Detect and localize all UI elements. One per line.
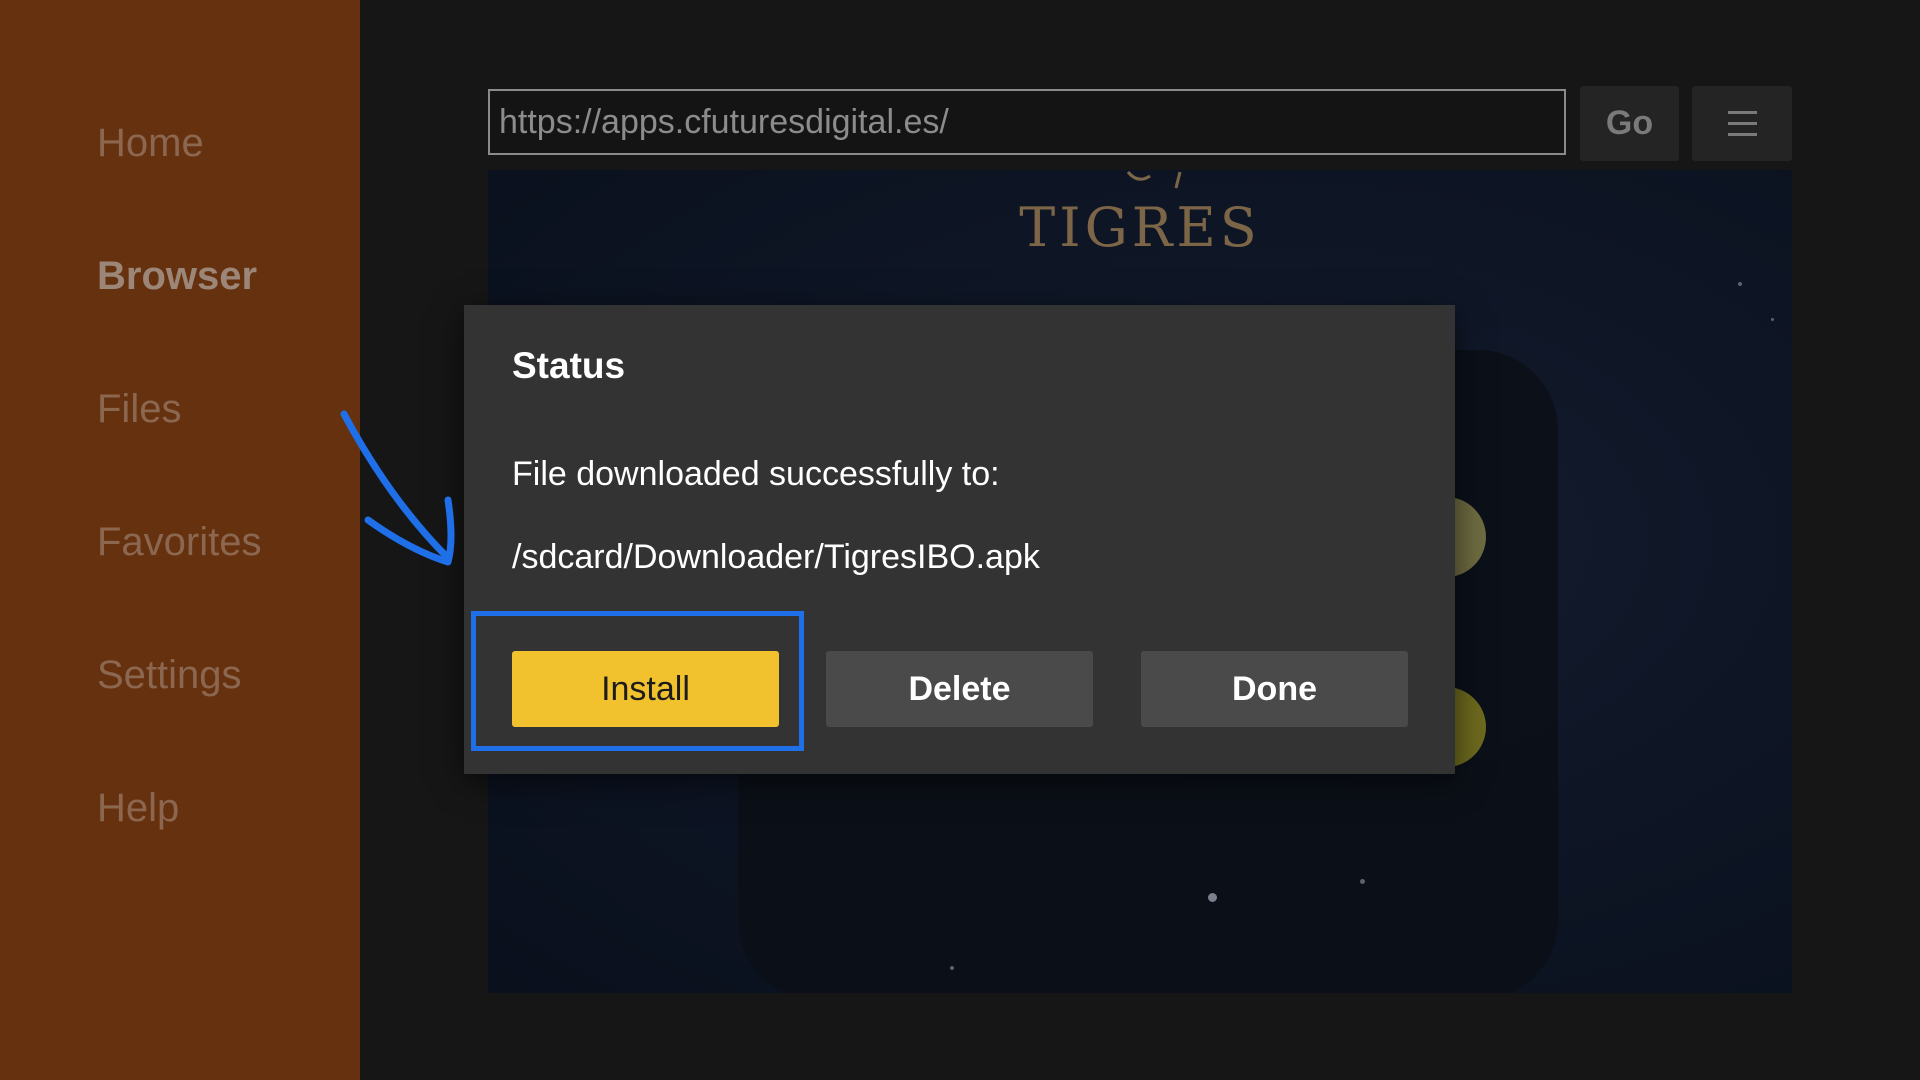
- sidebar-item-help[interactable]: Help: [97, 784, 179, 832]
- sidebar-item-browser[interactable]: Browser: [97, 252, 257, 300]
- sidebar-item-settings[interactable]: Settings: [97, 651, 242, 699]
- file-path: /sdcard/Downloader/TigresIBO.apk: [512, 538, 1040, 576]
- sidebar-item-favorites[interactable]: Favorites: [97, 518, 262, 566]
- star-dot: [950, 966, 954, 970]
- web-logo-text: TIGRES: [1019, 196, 1261, 259]
- url-input[interactable]: https://apps.cfuturesdigital.es/: [488, 89, 1566, 155]
- install-button[interactable]: Install: [512, 651, 779, 727]
- dialog-title: Status: [512, 345, 626, 386]
- downloader-app: Home Browser Files Favorites Settings He…: [0, 0, 1920, 1080]
- tiger-logo-icon: [1126, 170, 1182, 189]
- arrow-icon: [340, 410, 455, 566]
- sidebar: Home Browser Files Favorites Settings He…: [0, 0, 360, 1080]
- sidebar-item-files[interactable]: Files: [97, 385, 181, 433]
- sidebar-item-home[interactable]: Home: [97, 119, 204, 167]
- status-dialog: Status File downloaded successfully to: …: [464, 305, 1455, 774]
- done-button[interactable]: Done: [1141, 651, 1408, 727]
- star-dot: [1208, 893, 1217, 902]
- star-dot: [1738, 282, 1742, 286]
- delete-button[interactable]: Delete: [826, 651, 1093, 727]
- star-dot: [1771, 318, 1774, 321]
- go-button[interactable]: Go: [1580, 86, 1679, 161]
- menu-button[interactable]: [1692, 86, 1792, 161]
- dialog-message: File downloaded successfully to:: [512, 455, 1000, 493]
- star-dot: [1360, 879, 1365, 884]
